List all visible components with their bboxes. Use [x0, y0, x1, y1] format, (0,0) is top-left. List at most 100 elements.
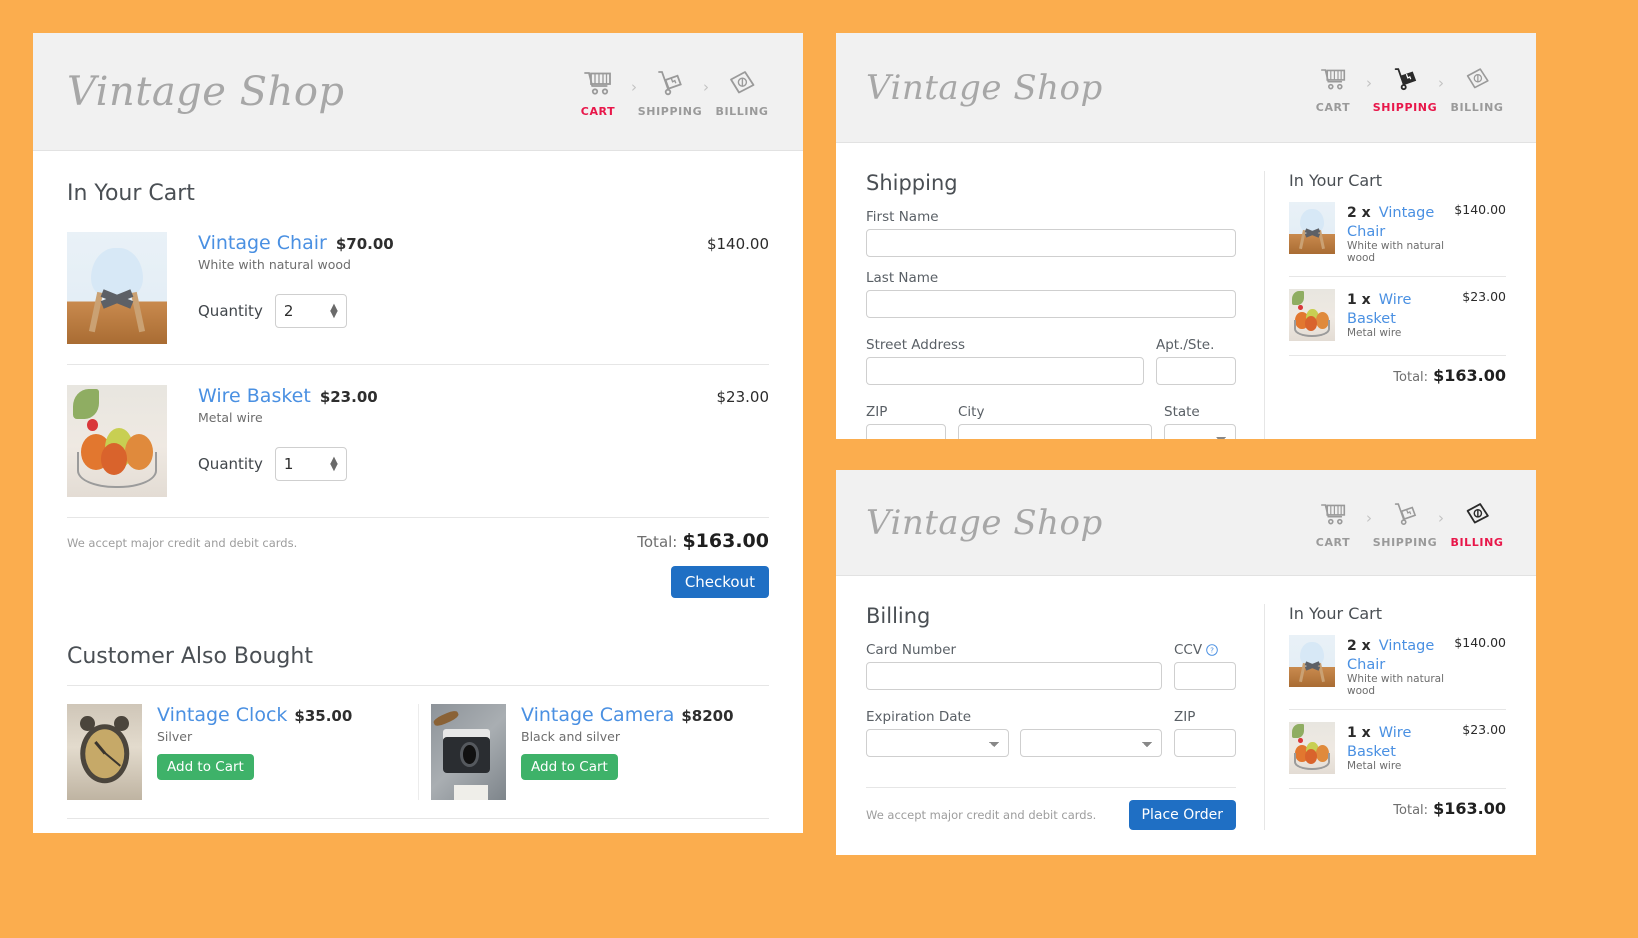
billing-footer-row: We accept major credit and debit cards. …: [866, 800, 1236, 830]
billing-panel: Vintage Shop CART › SHIPPING › BILLING B…: [836, 470, 1536, 855]
billing-title: Billing: [866, 604, 931, 628]
product-price: $35.00: [294, 707, 353, 725]
product-thumbnail: [1289, 722, 1335, 774]
brand-logo[interactable]: Vintage Shop: [67, 69, 345, 115]
add-to-cart-button[interactable]: Add to Cart: [521, 754, 618, 780]
step-billing[interactable]: BILLING: [1446, 497, 1508, 549]
question-circle-icon[interactable]: ?: [1206, 644, 1218, 656]
brand-logo[interactable]: Vintage Shop: [866, 503, 1103, 543]
total-value: $163.00: [1433, 799, 1506, 818]
step-separator-2: ›: [1438, 73, 1444, 92]
summary-item-description: White with natural wood: [1347, 673, 1445, 697]
state-select[interactable]: [1164, 424, 1236, 439]
summary-item: 2 x Vintage Chair White with natural woo…: [1289, 202, 1506, 264]
divider: [1289, 276, 1506, 277]
last-name-input[interactable]: [866, 290, 1236, 318]
step-shipping[interactable]: SHIPPING: [1373, 62, 1437, 114]
cart-totals-row: We accept major credit and debit cards. …: [67, 530, 769, 552]
first-name-input[interactable]: [866, 229, 1236, 257]
shipping-title: Shipping: [866, 171, 958, 195]
quantity-label: Quantity: [198, 302, 263, 320]
apt-label: Apt./Ste.: [1156, 337, 1215, 353]
product-description: Silver: [157, 729, 193, 744]
product-thumbnail[interactable]: [431, 704, 506, 800]
product-thumbnail: [1289, 202, 1335, 254]
summary-item-price: $140.00: [1454, 635, 1506, 650]
money-bill-icon: [727, 66, 757, 100]
expiration-year-select[interactable]: [1019, 729, 1162, 757]
cart-panel: Vintage Shop CART › SHIPPING › BILLING I…: [33, 33, 803, 833]
step-separator-2: ›: [1438, 508, 1444, 527]
step-shipping[interactable]: SHIPPING: [638, 66, 702, 118]
billing-panel-body: Billing Card Number CCV ? Expiration Dat…: [836, 576, 1536, 830]
place-order-button[interactable]: Place Order: [1128, 800, 1236, 830]
brand-logo[interactable]: Vintage Shop: [866, 68, 1103, 108]
step-billing[interactable]: BILLING: [711, 66, 773, 118]
quantity-label: Quantity: [198, 455, 263, 473]
divider: [866, 787, 1236, 788]
billing-panel-header: Vintage Shop CART › SHIPPING › BILLING: [836, 470, 1536, 576]
product-thumbnail[interactable]: [67, 704, 142, 800]
checkout-steps: CART › SHIPPING › BILLING: [1302, 497, 1508, 549]
step-billing-label: BILLING: [715, 104, 769, 118]
quantity-stepper[interactable]: 2 ▲ ▼: [274, 294, 347, 328]
product-price: $8200: [681, 707, 734, 725]
product-name-link[interactable]: Vintage Clock: [157, 704, 287, 726]
summary-title: In Your Cart: [1289, 171, 1383, 190]
step-shipping[interactable]: SHIPPING: [1373, 497, 1437, 549]
step-cart[interactable]: CART: [567, 66, 629, 118]
summary-item-qty: 2 x: [1347, 205, 1371, 221]
svg-text:?: ?: [1210, 646, 1214, 655]
product-thumbnail[interactable]: [67, 232, 167, 344]
hand-truck-icon: [1392, 497, 1419, 531]
step-cart[interactable]: CART: [1302, 497, 1364, 549]
divider: [67, 818, 769, 819]
city-input[interactable]: [958, 424, 1152, 439]
billing-zip-label: ZIP: [1174, 709, 1196, 725]
billing-zip-input[interactable]: [1174, 729, 1236, 757]
product-thumbnail: [1289, 289, 1335, 341]
step-separator-2: ›: [703, 77, 709, 96]
product-name-link[interactable]: Wire Basket: [198, 385, 311, 407]
step-cart-label: CART: [1315, 535, 1351, 549]
apt-input[interactable]: [1156, 357, 1236, 385]
checkout-steps: CART › SHIPPING › BILLING: [1302, 62, 1508, 114]
summary-title: In Your Cart: [1289, 604, 1383, 623]
summary-item-description: Metal wire: [1347, 327, 1402, 339]
cart-panel-body: In Your Cart Vintage Chair $70.00 White …: [33, 151, 803, 819]
product-thumbnail[interactable]: [67, 385, 167, 497]
stepper-arrows-icon[interactable]: ▲ ▼: [330, 456, 338, 473]
divider: [1289, 788, 1506, 789]
stepper-arrows-icon[interactable]: ▲ ▼: [330, 303, 338, 320]
expiration-month-select[interactable]: [866, 729, 1009, 757]
screenshot-root: Vintage Shop CART › SHIPPING › BILLING I…: [0, 0, 1638, 938]
cart-panel-header: Vintage Shop CART › SHIPPING › BILLING: [33, 33, 803, 151]
in-your-cart-title: In Your Cart: [67, 181, 195, 206]
product-description: Black and silver: [521, 729, 620, 744]
add-to-cart-button[interactable]: Add to Cart: [157, 754, 254, 780]
product-name-link[interactable]: Vintage Chair: [198, 232, 327, 254]
quantity-stepper[interactable]: 1 ▲ ▼: [274, 447, 347, 481]
checkout-steps: CART › SHIPPING › BILLING: [567, 66, 773, 118]
zip-input[interactable]: [866, 424, 946, 439]
divider: [1289, 709, 1506, 710]
summary-item-price: $140.00: [1454, 202, 1506, 217]
hand-truck-icon: [655, 66, 685, 100]
product-unit-price: $70.00: [335, 235, 394, 253]
expiration-date-label: Expiration Date: [866, 709, 972, 725]
city-label: City: [958, 404, 985, 420]
step-billing[interactable]: BILLING: [1446, 62, 1508, 114]
product-description: Metal wire: [198, 410, 263, 425]
checkout-button[interactable]: Checkout: [670, 566, 769, 598]
summary-item-qty: 2 x: [1347, 638, 1371, 654]
product-name-link[interactable]: Vintage Camera: [521, 704, 674, 726]
street-address-input[interactable]: [866, 357, 1144, 385]
ccv-input[interactable]: [1174, 662, 1236, 690]
summary-item: 2 x Vintage Chair White with natural woo…: [1289, 635, 1506, 697]
divider: [67, 685, 769, 686]
shipping-panel-header: Vintage Shop CART › SHIPPING › BILLING: [836, 33, 1536, 143]
step-cart[interactable]: CART: [1302, 62, 1364, 114]
shipping-panel-body: Shipping First Name Last Name Street Add…: [836, 143, 1536, 439]
step-billing-label: BILLING: [1450, 535, 1504, 549]
card-number-input[interactable]: [866, 662, 1162, 690]
